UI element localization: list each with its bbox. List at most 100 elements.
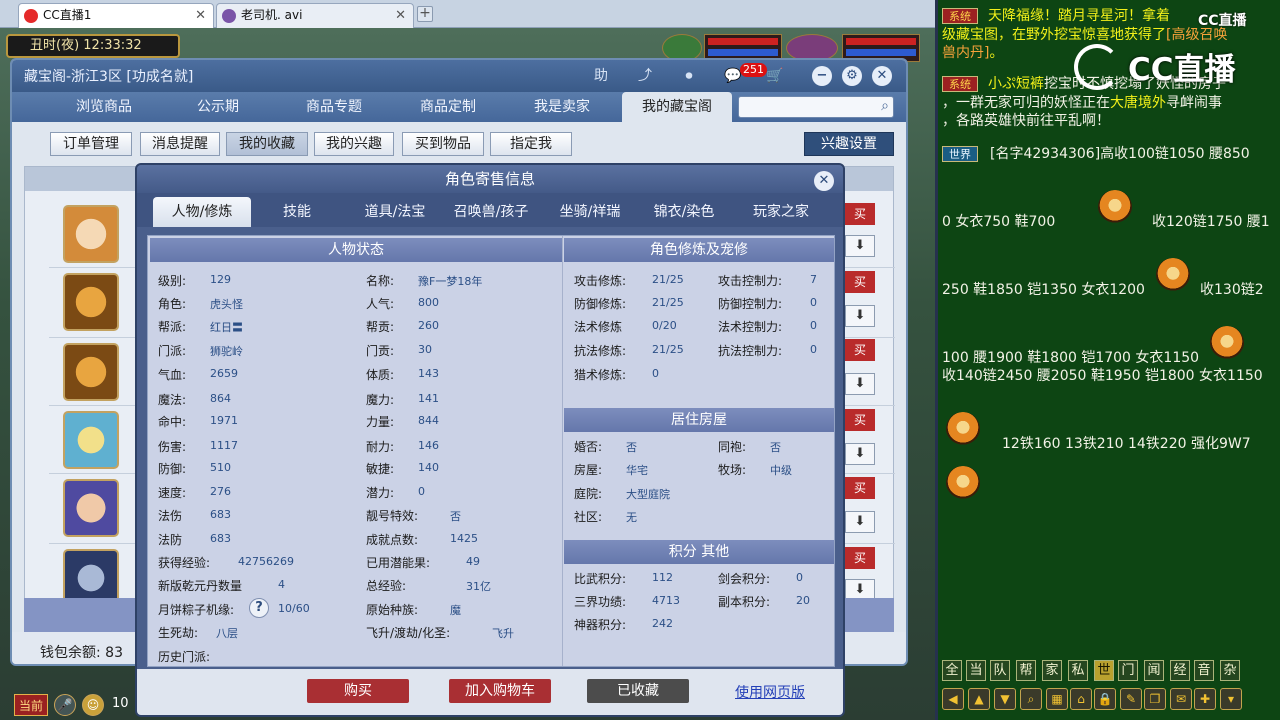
help-icon[interactable]: 助 <box>590 66 612 86</box>
search-input[interactable]: ⌕ <box>738 96 894 118</box>
browser-tab-cc-live[interactable]: CC直播1 ✕ <box>18 3 214 28</box>
arrow-down-icon[interactable]: ▼ <box>994 688 1016 710</box>
cult-value: 21/25 <box>652 343 684 356</box>
chat-line: 收140链2450 腰2050 鞋1950 铠1800 女衣1150 <box>942 368 1263 384</box>
buy-button[interactable]: 买 <box>845 547 875 569</box>
tab-orders[interactable]: 订单管理 <box>50 132 132 156</box>
plus-icon[interactable]: ✚ <box>1194 688 1216 710</box>
cult-label: 防御控制力: <box>718 297 783 311</box>
stat-label: 敏捷: <box>366 462 395 476</box>
nav-seller[interactable]: 我是卖家 <box>506 92 618 122</box>
close-tab-icon[interactable]: ✕ <box>195 4 206 27</box>
brush-icon[interactable]: ✎ <box>1120 688 1142 710</box>
tab-assigned[interactable]: 指定我 <box>490 132 572 156</box>
chat-tab-sect[interactable]: 门 <box>1118 660 1138 681</box>
lock-icon[interactable]: 🔒 <box>1094 688 1116 710</box>
add-to-cart-button[interactable]: 加入购物车 <box>449 679 551 703</box>
nav-announce[interactable]: 公示期 <box>166 92 270 122</box>
buy-button[interactable]: 买 <box>845 339 875 361</box>
search-icon[interactable]: ⌕ <box>881 98 889 114</box>
cult-label: 攻击修炼: <box>574 274 627 288</box>
chat-tab-news[interactable]: 闻 <box>1144 660 1164 681</box>
search-chat-icon[interactable]: ⌕ <box>1020 688 1042 710</box>
points-label: 剑会积分: <box>718 572 771 586</box>
avatar[interactable] <box>63 273 119 331</box>
shop-icon[interactable]: ⌂ <box>1070 688 1092 710</box>
chat-tab-world[interactable]: 世 <box>1094 660 1114 681</box>
buy-button[interactable]: 买 <box>845 477 875 499</box>
tab-home[interactable]: 玩家之家 <box>733 197 829 227</box>
location-link[interactable]: 大唐境外 <box>1110 95 1166 111</box>
arrow-left-icon[interactable]: ◀ <box>942 688 964 710</box>
record-icon[interactable]: ⏺ <box>678 66 700 86</box>
chat-tab-family[interactable]: 家 <box>1042 660 1062 681</box>
avatar[interactable] <box>63 411 119 469</box>
chat-tab-current[interactable]: 当 <box>966 660 986 681</box>
chat-tab-team[interactable]: 队 <box>990 660 1010 681</box>
avatar[interactable] <box>63 205 119 263</box>
copy-icon[interactable]: ❐ <box>1144 688 1166 710</box>
use-web-version-link[interactable]: 使用网页版 <box>735 682 805 702</box>
tab-mounts[interactable]: 坐骑/祥瑞 <box>543 197 637 227</box>
stat-label: 成就点数: <box>366 533 419 547</box>
settings-gear-icon[interactable]: ⚙ <box>842 66 862 86</box>
cult-label: 防御修炼: <box>574 297 627 311</box>
download-button[interactable]: ⬇ <box>845 511 875 533</box>
avatar[interactable] <box>63 479 119 537</box>
nav-my-pavilion[interactable]: 我的藏宝阁 <box>622 92 732 122</box>
emoji-icon[interactable]: ☺ <box>82 694 104 716</box>
help-question-icon[interactable]: ? <box>249 598 269 618</box>
stat-value: 狮驼岭 <box>210 345 243 358</box>
download-button[interactable]: ⬇ <box>845 443 875 465</box>
buy-button[interactable]: 买 <box>845 203 875 225</box>
bubble-icon[interactable]: ✉ <box>1170 688 1192 710</box>
microphone-icon[interactable]: 🎤 <box>54 694 76 716</box>
chat-tab-private[interactable]: 私 <box>1068 660 1088 681</box>
tab-outfits[interactable]: 锦衣/染色 <box>637 197 731 227</box>
tab-interests[interactable]: 我的兴趣 <box>314 132 394 156</box>
download-button[interactable]: ⬇ <box>845 235 875 257</box>
stat-label: 级别: <box>158 274 187 288</box>
buy-button[interactable]: 购买 <box>307 679 409 703</box>
points-value: 20 <box>796 594 810 607</box>
cart-icon[interactable]: 🛒 <box>764 66 786 86</box>
nav-topics[interactable]: 商品专题 <box>278 92 390 122</box>
chat-tab-misc[interactable]: 杂 <box>1220 660 1240 681</box>
download-button[interactable]: ⬇ <box>845 305 875 327</box>
tab-pets[interactable]: 召唤兽/孩子 <box>443 197 539 227</box>
minimize-button[interactable]: − <box>812 66 832 86</box>
tab-messages[interactable]: 消息提醒 <box>140 132 220 156</box>
close-dialog-button[interactable]: ✕ <box>814 171 834 191</box>
chat-tab-economy[interactable]: 经 <box>1170 660 1190 681</box>
chat-tab-guild[interactable]: 帮 <box>1016 660 1036 681</box>
current-channel-tab[interactable]: 当前 <box>14 694 48 716</box>
arrow-up-icon[interactable]: ▲ <box>968 688 990 710</box>
buy-button[interactable]: 买 <box>845 409 875 431</box>
nav-browse[interactable]: 浏览商品 <box>48 92 160 122</box>
close-window-button[interactable]: ✕ <box>872 66 892 86</box>
tab-favorites[interactable]: 我的收藏 <box>226 132 308 156</box>
chat-line: 12铁160 13铁210 14铁220 强化9W7 <box>1002 436 1251 452</box>
chat-tab-all[interactable]: 全 <box>942 660 962 681</box>
tab-purchased[interactable]: 买到物品 <box>402 132 484 156</box>
avatar[interactable] <box>63 343 119 401</box>
tab-skills[interactable]: 技能 <box>257 197 337 227</box>
browser-tab-video[interactable]: 老司机. avi ✕ <box>216 3 414 28</box>
tab-character[interactable]: 人物/修炼 <box>153 197 251 227</box>
collected-button[interactable]: 已收藏 <box>587 679 689 703</box>
buy-button[interactable]: 买 <box>845 271 875 293</box>
chat-tab-voice[interactable]: 音 <box>1194 660 1214 681</box>
new-tab-button[interactable]: + <box>417 6 433 22</box>
stat-label: 魔法: <box>158 393 187 407</box>
download-button[interactable]: ⬇ <box>845 373 875 395</box>
share-icon[interactable]: ⤴ <box>634 66 656 86</box>
stat-label: 力量: <box>366 415 395 429</box>
interest-settings-button[interactable]: 兴趣设置 <box>804 132 894 156</box>
grid-icon[interactable]: ▦ <box>1046 688 1068 710</box>
close-tab-icon[interactable]: ✕ <box>395 4 406 27</box>
item-link[interactable]: 兽内丹] <box>942 45 989 61</box>
menu-down-icon[interactable]: ▾ <box>1220 688 1242 710</box>
tab-items[interactable]: 道具/法宝 <box>345 197 445 227</box>
nav-custom[interactable]: 商品定制 <box>392 92 504 122</box>
player-name-link[interactable]: 小ぷ短裤 <box>988 76 1044 92</box>
